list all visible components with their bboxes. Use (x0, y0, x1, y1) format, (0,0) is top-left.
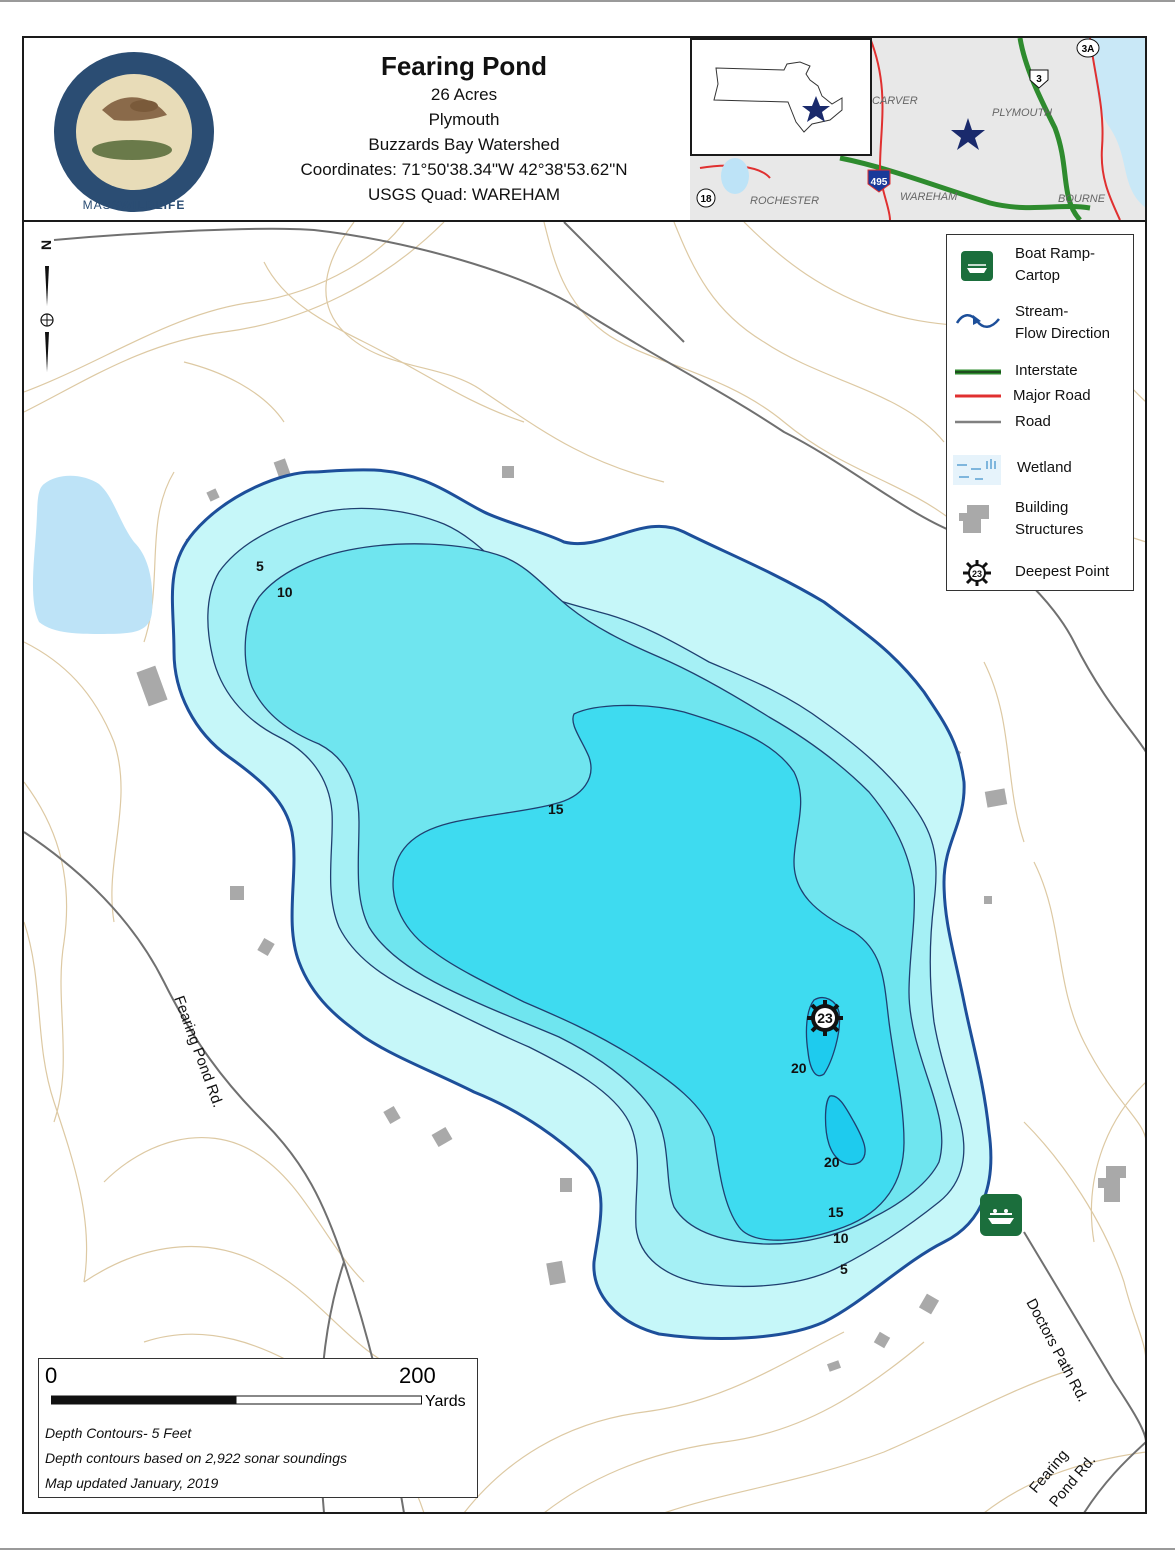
page-bottom-rule (0, 1548, 1175, 1550)
map-frame (22, 36, 1147, 1514)
page-top-rule (0, 0, 1175, 2)
